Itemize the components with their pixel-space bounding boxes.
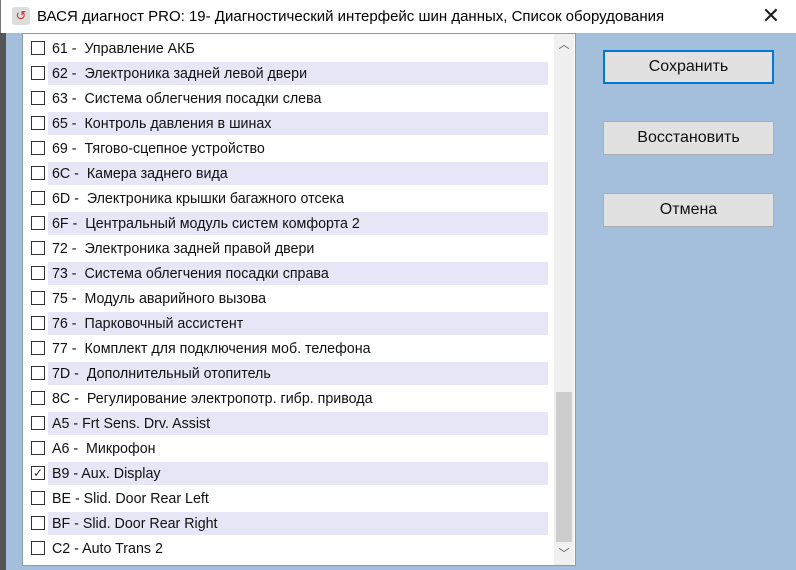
checkbox[interactable] bbox=[31, 391, 45, 405]
window-title: ВАСЯ диагност PRO: 19- Диагностический и… bbox=[37, 8, 665, 25]
list-item[interactable]: 62 - Электроника задней левой двери bbox=[23, 61, 553, 86]
title-bar: ↺ ВАСЯ диагност PRO: 19- Диагностический… bbox=[0, 0, 796, 33]
item-label: BE - Slid. Door Rear Left bbox=[52, 490, 209, 507]
list-item[interactable]: 69 - Тягово-сцепное устройство bbox=[23, 136, 553, 161]
list-item[interactable]: 61 - Управление АКБ bbox=[23, 36, 553, 61]
checkbox[interactable] bbox=[31, 516, 45, 530]
item-label: B9 - Aux. Display bbox=[52, 465, 161, 482]
checkbox[interactable] bbox=[31, 366, 45, 380]
checkbox[interactable] bbox=[31, 216, 45, 230]
list-item[interactable]: 6D - Электроника крышки багажного отсека bbox=[23, 186, 553, 211]
list-item[interactable]: 72 - Электроника задней правой двери bbox=[23, 236, 553, 261]
list-item[interactable]: 63 - Система облегчения посадки слева bbox=[23, 86, 553, 111]
checkbox[interactable] bbox=[31, 341, 45, 355]
list-item[interactable]: 7D - Дополнительный отопитель bbox=[23, 361, 553, 386]
cancel-button[interactable]: Отмена bbox=[603, 193, 774, 227]
scroll-thumb[interactable] bbox=[556, 392, 572, 542]
scroll-up-icon[interactable]: ︿ bbox=[554, 36, 574, 54]
checkbox[interactable] bbox=[31, 141, 45, 155]
item-label: C2 - Auto Trans 2 bbox=[52, 540, 163, 557]
app-icon: ↺ bbox=[12, 7, 30, 25]
list-item[interactable]: BE - Slid. Door Rear Left bbox=[23, 486, 553, 511]
item-label: 65 - Контроль давления в шинах bbox=[52, 115, 272, 132]
checkbox[interactable] bbox=[31, 66, 45, 80]
save-button[interactable]: Сохранить bbox=[603, 50, 774, 84]
list-item[interactable]: A6 - Микрофон bbox=[23, 436, 553, 461]
list-item[interactable]: ✓ B9 - Aux. Display bbox=[23, 461, 553, 486]
list-item[interactable]: 65 - Контроль давления в шинах bbox=[23, 111, 553, 136]
item-label: BF - Slid. Door Rear Right bbox=[52, 515, 218, 532]
item-label: 75 - Модуль аварийного вызова bbox=[52, 290, 267, 307]
restore-button[interactable]: Восстановить bbox=[603, 121, 774, 155]
item-label: 77 - Комплект для подключения моб. телеф… bbox=[52, 340, 371, 357]
item-label: 69 - Тягово-сцепное устройство bbox=[52, 140, 265, 157]
item-label: 7D - Дополнительный отопитель bbox=[52, 365, 271, 382]
checkbox[interactable] bbox=[31, 116, 45, 130]
item-label: 63 - Система облегчения посадки слева bbox=[52, 90, 322, 107]
scrollbar[interactable]: ︿ ﹀ bbox=[554, 34, 574, 565]
checkbox[interactable] bbox=[31, 91, 45, 105]
list-item[interactable]: 73 - Система облегчения посадки справа bbox=[23, 261, 553, 286]
list-item[interactable]: C2 - Auto Trans 2 bbox=[23, 536, 553, 561]
checkbox[interactable] bbox=[31, 541, 45, 555]
window-edge bbox=[0, 33, 6, 570]
item-label: 73 - Система облегчения посадки справа bbox=[52, 265, 329, 282]
close-button[interactable]: ✕ bbox=[758, 3, 784, 29]
checkbox[interactable] bbox=[31, 491, 45, 505]
checkbox[interactable]: ✓ bbox=[31, 466, 45, 480]
list-item[interactable]: A5 - Frt Sens. Drv. Assist bbox=[23, 411, 553, 436]
checkbox[interactable] bbox=[31, 191, 45, 205]
item-label: 6D - Электроника крышки багажного отсека bbox=[52, 190, 345, 207]
checkbox[interactable] bbox=[31, 41, 45, 55]
item-label: 62 - Электроника задней левой двери bbox=[52, 65, 308, 82]
item-label: 61 - Управление АКБ bbox=[52, 40, 195, 57]
list-item[interactable]: BF - Slid. Door Rear Right bbox=[23, 511, 553, 536]
item-label: A6 - Микрофон bbox=[52, 440, 156, 457]
checkbox[interactable] bbox=[31, 416, 45, 430]
checkbox[interactable] bbox=[31, 291, 45, 305]
list-item[interactable]: 6F - Центральный модуль систем комфорта … bbox=[23, 211, 553, 236]
checkbox[interactable] bbox=[31, 166, 45, 180]
list-item[interactable]: 6C - Камера заднего вида bbox=[23, 161, 553, 186]
item-label: 6F - Центральный модуль систем комфорта … bbox=[52, 215, 360, 232]
checkbox[interactable] bbox=[31, 316, 45, 330]
checkbox[interactable] bbox=[31, 241, 45, 255]
equipment-list[interactable]: 61 - Управление АКБ 62 - Электроника зад… bbox=[22, 33, 576, 566]
item-label: 72 - Электроника задней правой двери bbox=[52, 240, 315, 257]
item-label: 76 - Парковочный ассистент bbox=[52, 315, 244, 332]
item-label: 8C - Регулирование электропотр. гибр. пр… bbox=[52, 390, 373, 407]
list-item[interactable]: 75 - Модуль аварийного вызова bbox=[23, 286, 553, 311]
list-item[interactable]: 76 - Парковочный ассистент bbox=[23, 311, 553, 336]
list-item[interactable]: 8C - Регулирование электропотр. гибр. пр… bbox=[23, 386, 553, 411]
item-label: A5 - Frt Sens. Drv. Assist bbox=[52, 415, 211, 432]
scroll-down-icon[interactable]: ﹀ bbox=[554, 545, 574, 563]
list-item[interactable]: 77 - Комплект для подключения моб. телеф… bbox=[23, 336, 553, 361]
item-label: 6C - Камера заднего вида bbox=[52, 165, 228, 182]
checkbox[interactable] bbox=[31, 441, 45, 455]
checkbox[interactable] bbox=[31, 266, 45, 280]
